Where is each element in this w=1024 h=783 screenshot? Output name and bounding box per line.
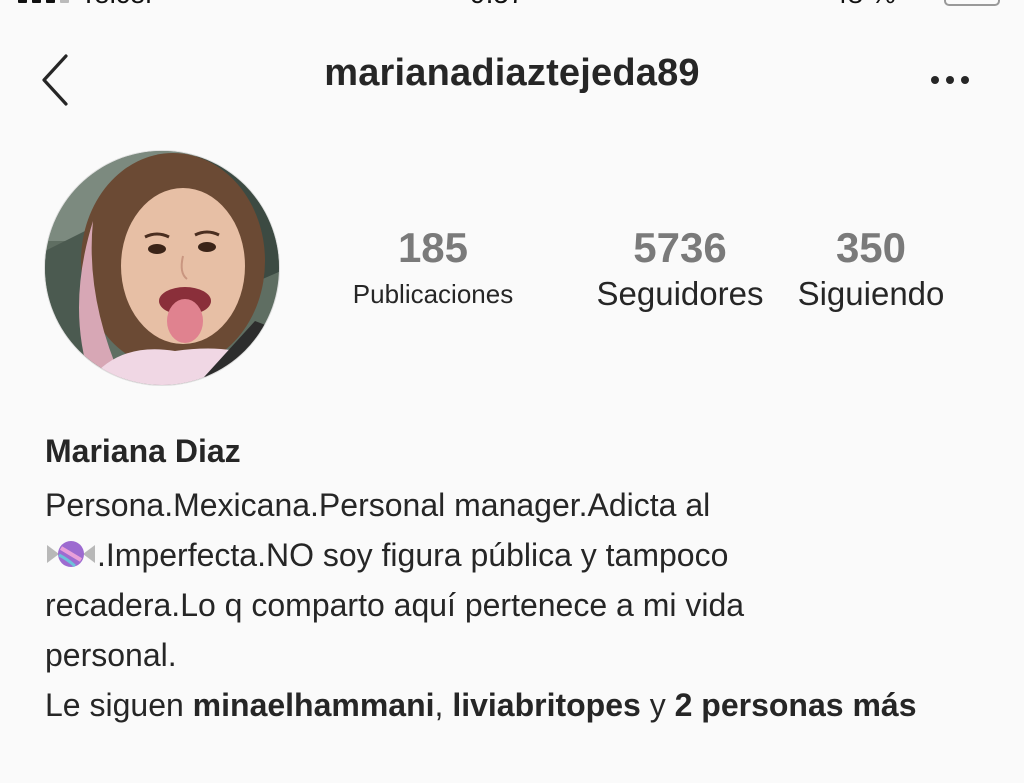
posts-count: 185 [397,224,469,271]
followed-by-others-link[interactable]: 2 personas más [675,687,917,723]
bio-line: personal. [45,637,177,673]
page-title: marianadiaztejeda89 [324,52,700,94]
candy-icon [45,533,97,568]
bio-text: Persona.Mexicana.Personal manager.Adicta… [45,480,985,680]
bio-line: recadera.Lo q comparto aquí pertenece a … [45,587,745,623]
following-label: Siguiendo [797,275,945,312]
followed-by-separator: , [434,687,453,723]
follower-link-minaelhammani[interactable]: minaelhammani [193,687,435,723]
full-name: Mariana Diaz [45,433,241,469]
followed-by-conj: y [640,687,675,723]
profile-header: marianadiaztejeda89 [0,40,1024,120]
followers-count: 5736 [633,224,727,271]
more-options-button[interactable] [928,70,972,90]
signal-icon [18,0,69,3]
bio-line: Persona.Mexicana.Personal manager.Adicta… [45,487,711,523]
followed-by-prefix: Le siguen [45,687,193,723]
stat-following[interactable]: 350 Siguiendo [780,222,962,314]
stat-followers[interactable]: 5736 Seguidores [550,222,810,314]
posts-label: Publicaciones [352,279,514,309]
more-dots-icon [931,76,969,84]
avatar[interactable] [44,150,280,386]
profile-photo [45,151,279,385]
following-count: 350 [835,224,907,271]
bio-line-text: .Imperfecta.NO soy figura pública y tamp… [97,537,729,573]
bio-section: Mariana Diaz Persona.Mexicana.Personal m… [45,428,985,730]
bio-line: .Imperfecta.NO soy figura pública y tamp… [45,530,985,580]
battery-icon [944,0,1000,6]
follower-link-liviabritopes[interactable]: liviabritopes [452,687,641,723]
followed-by: Le siguen minaelhammani, liviabritopes y… [45,680,985,730]
carrier-name: Telcel [80,0,152,10]
status-time: 9:57 [470,0,525,10]
status-bar: Telcel 9:57 48 % [0,0,1024,10]
battery-percentage: 48 % [832,0,896,10]
profile-screen: Telcel 9:57 48 % marianadiaztejeda89 [0,0,1024,783]
stat-posts[interactable]: 185 Publicaciones [330,222,536,314]
followers-label: Seguidores [596,275,764,312]
